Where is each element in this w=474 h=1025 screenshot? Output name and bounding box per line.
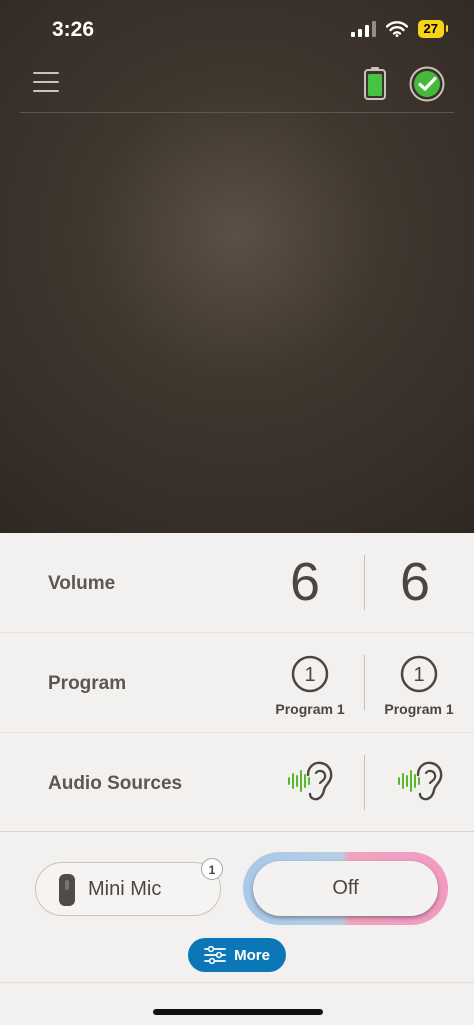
bottom-divider — [0, 982, 474, 983]
volume-right-value[interactable]: 6 — [400, 551, 430, 613]
more-label: More — [234, 946, 270, 964]
mini-mic-label: Mini Mic — [88, 878, 162, 900]
device-battery-icon[interactable] — [363, 66, 387, 100]
home-indicator[interactable] — [153, 1009, 323, 1015]
program-left-circle-icon: 1 — [291, 655, 329, 693]
hearing-aid-hero: 3:26 27 — [0, 0, 474, 533]
program-row: Program 1 Program 1 1 Program 1 — [0, 633, 474, 733]
audio-sources-divider — [364, 755, 365, 810]
audio-source-left-ear-icon[interactable] — [286, 757, 334, 805]
mini-mic-count-badge: 1 — [201, 858, 223, 880]
bottom-controls: Mini Mic 1 Off More — [0, 832, 474, 1025]
program-right-circle-icon: 1 — [400, 655, 438, 693]
controls-panel: Volume 6 6 Program 1 Program 1 1 Program… — [0, 533, 474, 832]
battery-level-badge: 27 — [417, 20, 449, 38]
volume-label: Volume — [48, 573, 116, 594]
volume-left-value[interactable]: 6 — [290, 551, 320, 613]
program-left-name: Program 1 — [275, 701, 345, 717]
mini-mic-button[interactable]: Mini Mic — [35, 862, 221, 916]
program-label: Program — [48, 673, 127, 694]
program-right-name: Program 1 — [384, 701, 454, 717]
volume-row: Volume 6 6 — [0, 533, 474, 633]
program-left-number: 1 — [304, 664, 315, 686]
program-right-number: 1 — [413, 664, 424, 686]
header-divider — [20, 112, 454, 113]
mini-mic-icon — [59, 874, 75, 906]
menu-button[interactable] — [33, 72, 59, 94]
connection-status-icon[interactable] — [409, 66, 445, 102]
wifi-icon — [385, 21, 408, 37]
audio-sources-row: Audio Sources — [0, 733, 474, 832]
status-icons: 27 — [350, 20, 449, 38]
streaming-toggle[interactable]: Off — [243, 852, 448, 925]
sliders-icon — [204, 946, 226, 964]
volume-divider — [364, 555, 365, 610]
audio-sources-label: Audio Sources — [48, 773, 183, 794]
more-button[interactable]: More — [188, 938, 286, 972]
signal-icon — [350, 21, 376, 37]
streaming-toggle-label: Off — [253, 861, 438, 916]
status-time: 3:26 — [52, 18, 95, 41]
audio-source-right-ear-icon[interactable] — [396, 757, 444, 805]
